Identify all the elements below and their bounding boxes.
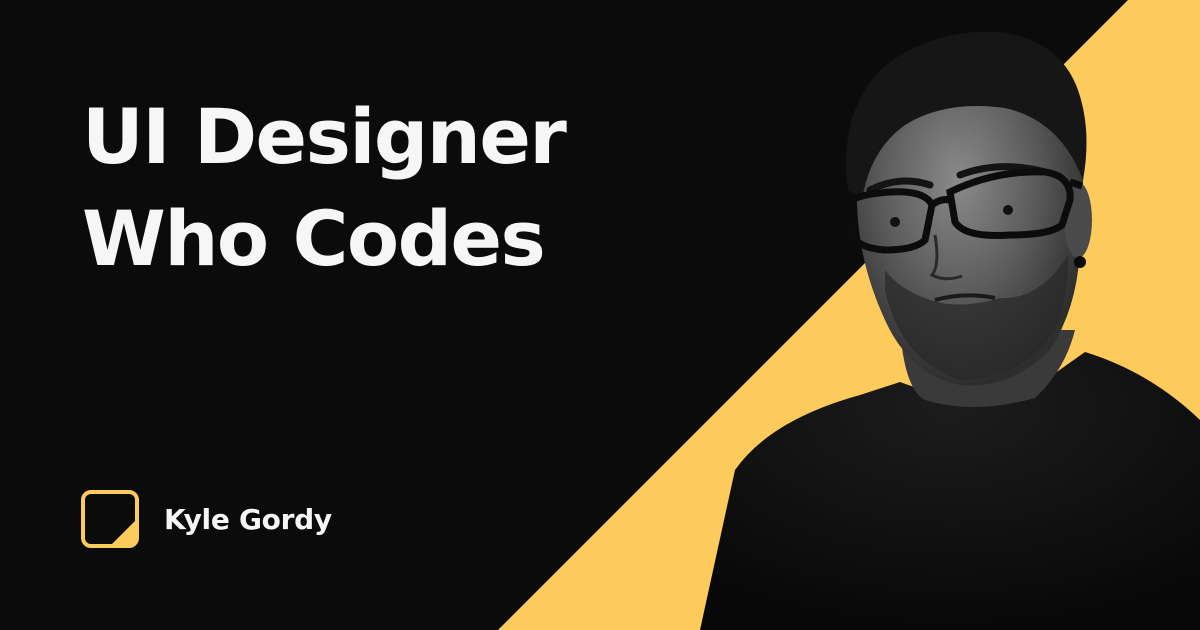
- headline-line-1: UI Designer: [82, 92, 567, 181]
- author-brand: Kyle Gordy: [80, 489, 332, 549]
- headline: UI Designer Who Codes: [82, 86, 567, 290]
- portrait-eye-right: [1003, 205, 1013, 215]
- author-name: Kyle Gordy: [164, 502, 332, 536]
- folded-corner-square-icon: [81, 490, 139, 548]
- social-share-card: UI Designer Who Codes Kyle Gordy: [0, 0, 1200, 630]
- headline-line-2: Who Codes: [82, 194, 546, 283]
- portrait-eye-left: [890, 217, 900, 227]
- earring-icon: [1074, 256, 1086, 268]
